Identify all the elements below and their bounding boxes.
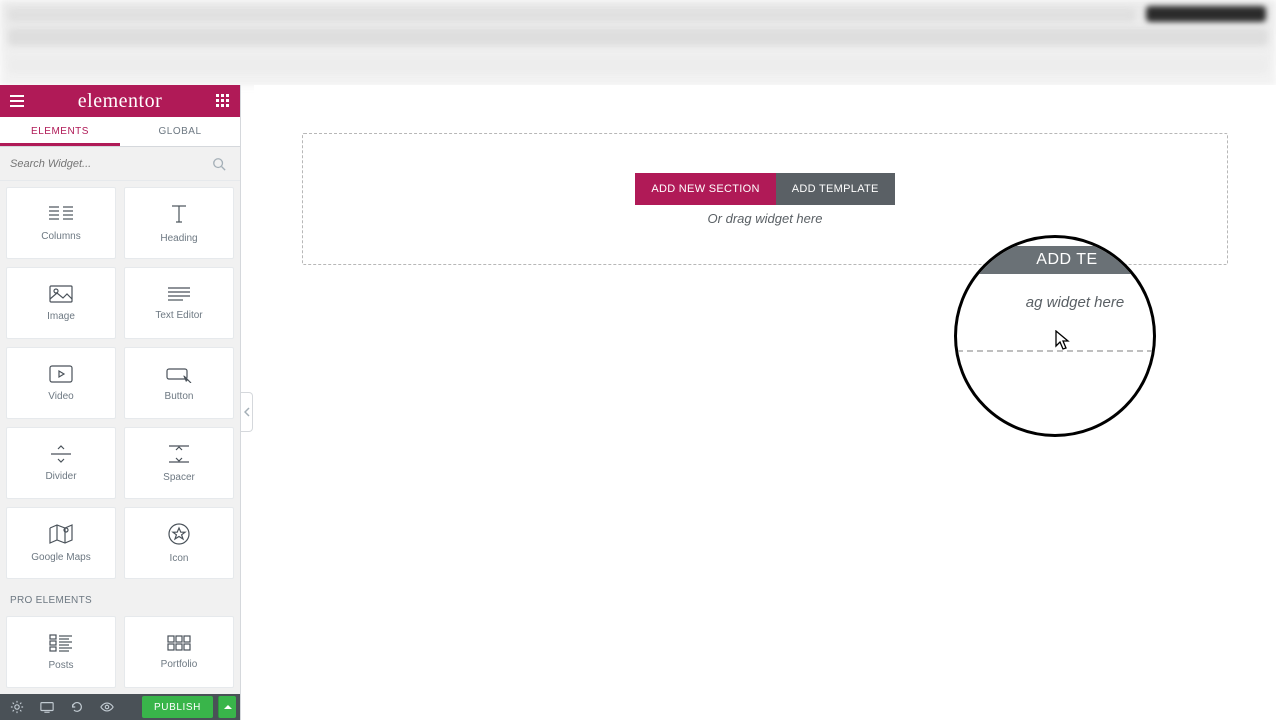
sidebar-panel: elementor ELEMENTS GLOBAL <box>0 85 241 720</box>
magnifier-drag-text-fragment: ag widget here <box>954 294 1156 311</box>
image-icon <box>49 285 73 303</box>
empty-section-dropzone[interactable]: ADD NEW SECTION ADD TEMPLATE Or drag wid… <box>302 133 1228 265</box>
divider-icon <box>49 445 73 463</box>
search-input[interactable] <box>0 158 212 170</box>
search-row <box>0 147 240 181</box>
widget-divider[interactable]: Divider <box>6 427 116 499</box>
widgets-grid-icon[interactable] <box>212 90 234 112</box>
widget-label: Posts <box>48 660 73 671</box>
widget-label: Icon <box>170 553 189 564</box>
panel-tabs: ELEMENTS GLOBAL <box>0 117 240 147</box>
button-icon <box>166 365 192 383</box>
publish-options-icon[interactable] <box>218 696 236 718</box>
widget-portfolio[interactable]: Portfolio <box>124 616 234 688</box>
panel-header: elementor <box>0 85 240 117</box>
widget-spacer[interactable]: Spacer <box>124 427 234 499</box>
star-icon <box>168 523 190 545</box>
widgets-scroll[interactable]: Columns Heading Image <box>0 181 240 694</box>
browser-chrome-blur-lines <box>0 0 1276 84</box>
widget-text-editor[interactable]: Text Editor <box>124 267 234 339</box>
search-icon[interactable] <box>212 157 240 171</box>
widget-icon[interactable]: Icon <box>124 507 234 579</box>
magnifier-dashed-border <box>957 350 1153 352</box>
menu-icon[interactable] <box>6 90 28 112</box>
add-new-section-button[interactable]: ADD NEW SECTION <box>635 173 775 205</box>
text-editor-icon <box>167 286 191 302</box>
widget-label: Button <box>165 391 194 402</box>
widget-google-maps[interactable]: Google Maps <box>6 507 116 579</box>
heading-icon <box>168 203 190 225</box>
widget-label: Text Editor <box>155 310 202 321</box>
cursor-icon <box>1055 330 1071 352</box>
tab-global[interactable]: GLOBAL <box>120 117 240 146</box>
widget-button[interactable]: Button <box>124 347 234 419</box>
widget-label: Google Maps <box>31 552 90 563</box>
video-icon <box>49 365 73 383</box>
editor-canvas[interactable]: ADD NEW SECTION ADD TEMPLATE Or drag wid… <box>254 85 1276 720</box>
widget-heading[interactable]: Heading <box>124 187 234 259</box>
widget-label: Columns <box>41 231 80 242</box>
preview-icon[interactable] <box>94 697 120 717</box>
widget-video[interactable]: Video <box>6 347 116 419</box>
collapse-panel-icon[interactable] <box>241 392 253 432</box>
widgets-grid: Columns Heading Image <box>6 187 234 694</box>
widget-label: Divider <box>45 471 76 482</box>
drag-widget-hint: Or drag widget here <box>708 211 823 226</box>
app-logo: elementor <box>78 90 162 113</box>
widget-label: Video <box>48 391 73 402</box>
add-buttons-row: ADD NEW SECTION ADD TEMPLATE <box>635 173 894 205</box>
columns-icon <box>48 205 74 223</box>
history-icon[interactable] <box>64 697 90 717</box>
widget-image[interactable]: Image <box>6 267 116 339</box>
publish-button[interactable]: PUBLISH <box>142 696 213 718</box>
add-template-button[interactable]: ADD TEMPLATE <box>776 173 895 205</box>
posts-icon <box>49 634 73 652</box>
settings-icon[interactable] <box>4 697 30 717</box>
widget-posts[interactable]: Posts <box>6 616 116 688</box>
map-icon <box>49 524 73 544</box>
spacer-icon <box>167 444 191 464</box>
widget-label: Heading <box>160 233 197 244</box>
widget-columns[interactable]: Columns <box>6 187 116 259</box>
widget-label: Image <box>47 311 75 322</box>
panel-footer: PUBLISH <box>0 694 240 720</box>
widget-label: Spacer <box>163 472 195 483</box>
tab-elements[interactable]: ELEMENTS <box>0 117 120 146</box>
pro-section-title: PRO ELEMENTS <box>6 587 234 608</box>
magnifier-overlay: ADD TE ag widget here <box>954 235 1156 437</box>
portfolio-icon <box>167 635 191 651</box>
responsive-icon[interactable] <box>34 697 60 717</box>
widget-label: Portfolio <box>161 659 198 670</box>
